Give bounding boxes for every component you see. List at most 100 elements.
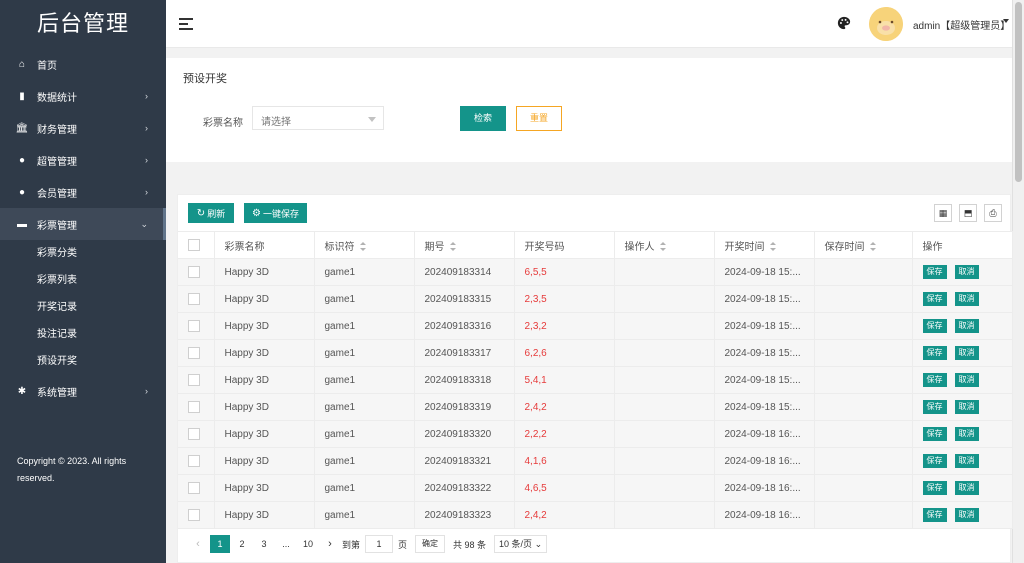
select-all-cell[interactable]	[178, 231, 215, 259]
row-select-cell[interactable]	[178, 393, 215, 421]
save-button[interactable]: 保存	[922, 400, 947, 414]
avatar[interactable]	[869, 7, 903, 41]
cancel-button[interactable]: 取消	[954, 481, 979, 495]
sort-icon[interactable]	[869, 242, 876, 252]
cancel-button[interactable]: 取消	[954, 292, 979, 306]
reset-button[interactable]: 重置	[516, 106, 562, 131]
save-button[interactable]: 保存	[922, 265, 947, 279]
row-checkbox[interactable]	[188, 320, 200, 332]
cell-draw: 6,5,5	[514, 258, 615, 286]
row-select-cell[interactable]	[178, 312, 215, 340]
columns-filter-icon[interactable]: ▦	[934, 204, 952, 222]
cancel-button[interactable]: 取消	[954, 265, 979, 279]
cancel-button[interactable]: 取消	[954, 427, 979, 441]
palette-icon[interactable]	[837, 16, 851, 30]
sort-icon[interactable]	[769, 242, 776, 252]
sidebar-subitem-0[interactable]: 彩票分类	[0, 240, 166, 267]
print-icon[interactable]: ⎙	[984, 204, 1002, 222]
row-select-cell[interactable]	[178, 420, 215, 448]
row-select-cell[interactable]	[178, 339, 215, 367]
row-checkbox[interactable]	[188, 293, 200, 305]
sort-icon[interactable]	[449, 242, 456, 252]
save-all-button[interactable]: ⚙ 一键保存	[244, 203, 307, 223]
save-button[interactable]: 保存	[922, 454, 947, 468]
column-header[interactable]: 标识符	[314, 231, 415, 259]
page-size-select[interactable]: 10 条/页 ⌄	[494, 535, 548, 553]
row-checkbox[interactable]	[188, 347, 200, 359]
sort-icon[interactable]	[359, 242, 366, 252]
cell-operator	[614, 447, 715, 475]
save-button[interactable]: 保存	[922, 292, 947, 306]
cell-draw: 4,1,6	[514, 447, 615, 475]
page-button[interactable]: 10	[298, 535, 318, 553]
sidebar-item-system[interactable]: ✱ 系统管理 ›	[0, 375, 166, 407]
save-button[interactable]: 保存	[922, 319, 947, 333]
row-select-cell[interactable]	[178, 285, 215, 313]
sidebar-item-2[interactable]: 🏛 财务管理 ›	[0, 112, 166, 144]
column-header[interactable]: 开奖时间	[714, 231, 815, 259]
cancel-button[interactable]: 取消	[954, 373, 979, 387]
column-header[interactable]: 期号	[414, 231, 515, 259]
column-header[interactable]: 操作人	[614, 231, 715, 259]
page-button[interactable]: 2	[232, 535, 252, 553]
cell-draw: 2,3,5	[514, 285, 615, 313]
sort-icon[interactable]	[659, 242, 666, 252]
row-checkbox[interactable]	[188, 482, 200, 494]
row-checkbox[interactable]	[188, 374, 200, 386]
save-button[interactable]: 保存	[922, 427, 947, 441]
sidebar-item-0[interactable]: ⌂ 首页	[0, 48, 166, 80]
cell-draw-time: 2024-09-18 15:...	[714, 312, 815, 340]
search-button[interactable]: 检索	[460, 106, 506, 131]
cell-operator	[614, 366, 715, 394]
menu-toggle-icon[interactable]	[179, 18, 193, 30]
column-header[interactable]: 保存时间	[814, 231, 913, 259]
row-checkbox[interactable]	[188, 509, 200, 521]
goto-label: 到第	[342, 539, 361, 550]
save-button[interactable]: 保存	[922, 481, 947, 495]
sidebar-item-3[interactable]: ● 超管管理 ›	[0, 144, 166, 176]
sidebar-subitem-3[interactable]: 投注记录	[0, 321, 166, 348]
row-select-cell[interactable]	[178, 447, 215, 475]
sidebar-subitem-1[interactable]: 彩票列表	[0, 267, 166, 294]
page-number-input[interactable]: 1	[365, 535, 394, 553]
lottery-name-select[interactable]: 请选择	[252, 106, 384, 130]
cancel-button[interactable]: 取消	[954, 400, 979, 414]
row-checkbox[interactable]	[188, 266, 200, 278]
prev-page-icon[interactable]: ‹	[188, 535, 208, 553]
next-page-icon[interactable]: ›	[320, 535, 340, 553]
cancel-button[interactable]: 取消	[954, 454, 979, 468]
save-button[interactable]: 保存	[922, 373, 947, 387]
page-button[interactable]: 1	[210, 535, 230, 553]
page-scrollbar[interactable]	[1012, 0, 1024, 563]
cell-draw-time: 2024-09-18 16:...	[714, 474, 815, 502]
row-select-cell[interactable]	[178, 501, 215, 529]
sidebar-item-1[interactable]: ▮ 数据统计 ›	[0, 80, 166, 112]
user-name[interactable]: admin【超级管理员】	[913, 17, 1010, 32]
row-select-cell[interactable]	[178, 258, 215, 286]
cancel-button[interactable]: 取消	[954, 346, 979, 360]
row-checkbox[interactable]	[188, 428, 200, 440]
sidebar-item-4[interactable]: ● 会员管理 ›	[0, 176, 166, 208]
row-select-cell[interactable]	[178, 366, 215, 394]
scrollbar-thumb[interactable]	[1015, 2, 1022, 182]
save-button[interactable]: 保存	[922, 508, 947, 522]
cell-issue: 202409183318	[414, 366, 515, 394]
select-all-checkbox[interactable]	[188, 239, 200, 251]
page-button[interactable]: 3	[254, 535, 274, 553]
sidebar-subitem-4[interactable]: 预设开奖	[0, 348, 166, 375]
cell-name: Happy 3D	[214, 339, 315, 367]
save-button[interactable]: 保存	[922, 346, 947, 360]
user-menu-caret-icon[interactable]	[1003, 19, 1009, 23]
cell-issue: 202409183316	[414, 312, 515, 340]
row-checkbox[interactable]	[188, 455, 200, 467]
cell-operator	[614, 474, 715, 502]
row-select-cell[interactable]	[178, 474, 215, 502]
row-checkbox[interactable]	[188, 401, 200, 413]
goto-confirm-button[interactable]: 确定	[415, 535, 446, 553]
sidebar-subitem-2[interactable]: 开奖记录	[0, 294, 166, 321]
export-icon[interactable]: ⬒	[959, 204, 977, 222]
cancel-button[interactable]: 取消	[954, 508, 979, 522]
refresh-button[interactable]: ↻ 刷新	[188, 203, 234, 223]
cancel-button[interactable]: 取消	[954, 319, 979, 333]
sidebar-item-5[interactable]: ▬ 彩票管理 ⌄	[0, 208, 166, 240]
